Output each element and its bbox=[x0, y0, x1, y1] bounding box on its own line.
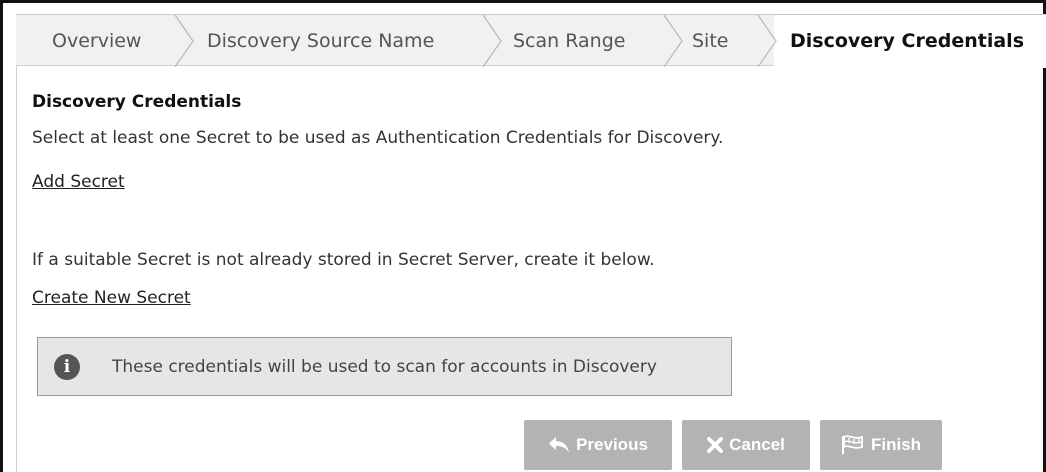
section-title: Discovery Credentials bbox=[32, 92, 242, 112]
info-message: These credentials will be used to scan f… bbox=[112, 357, 657, 377]
finish-button-label: Finish bbox=[870, 435, 922, 454]
checkered-flag-icon bbox=[841, 435, 863, 454]
info-alert: i These credentials will be used to scan… bbox=[37, 337, 732, 396]
breadcrumb-separator bbox=[174, 15, 194, 67]
tab-discovery-credentials[interactable]: Discovery Credentials bbox=[790, 15, 1024, 67]
create-new-secret-link[interactable]: Create New Secret bbox=[32, 288, 191, 308]
finish-button[interactable]: Finish bbox=[820, 420, 942, 470]
breadcrumb-separator bbox=[663, 15, 683, 67]
x-icon bbox=[707, 437, 724, 453]
add-secret-link[interactable]: Add Secret bbox=[32, 172, 125, 192]
tab-discovery-source-name[interactable]: Discovery Source Name bbox=[207, 15, 434, 67]
tab-overview[interactable]: Overview bbox=[52, 15, 141, 67]
reply-arrow-icon bbox=[549, 437, 570, 453]
breadcrumb-separator bbox=[757, 15, 777, 67]
tab-site[interactable]: Site bbox=[692, 15, 728, 67]
create-hint-text: If a suitable Secret is not already stor… bbox=[32, 250, 655, 270]
breadcrumb-separator bbox=[482, 15, 502, 67]
cancel-button[interactable]: Cancel bbox=[682, 420, 810, 470]
previous-button-label: Previous bbox=[576, 435, 648, 454]
cancel-button-label: Cancel bbox=[729, 435, 785, 454]
info-icon: i bbox=[54, 354, 80, 380]
previous-button[interactable]: Previous bbox=[524, 420, 672, 470]
wizard-step-tabs: Overview Discovery Source Name Scan Rang… bbox=[16, 14, 1046, 68]
instruction-text: Select at least one Secret to be used as… bbox=[32, 128, 724, 148]
tab-scan-range[interactable]: Scan Range bbox=[513, 15, 625, 67]
